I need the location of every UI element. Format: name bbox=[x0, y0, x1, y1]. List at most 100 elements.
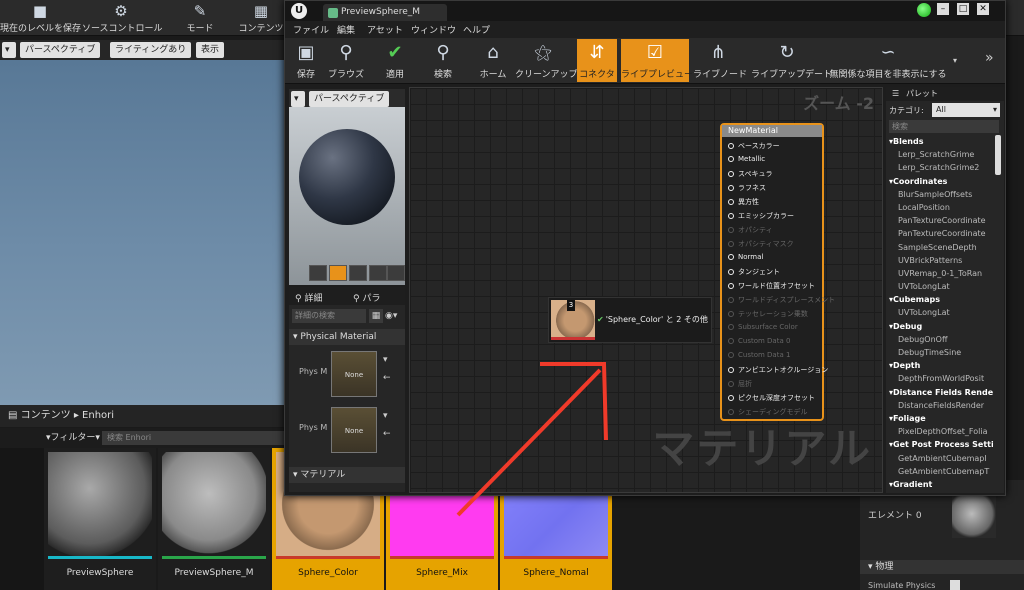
lighting-button[interactable]: ライティングあり bbox=[110, 42, 192, 58]
material-section[interactable]: ▾ マテリアル bbox=[289, 467, 405, 483]
content-search-input[interactable]: 検索 Enhori bbox=[102, 431, 288, 445]
palette-item[interactable]: UVToLongLat bbox=[889, 306, 993, 319]
palette-category[interactable]: ▾Foliage bbox=[889, 412, 993, 425]
preview-perspective-button[interactable]: パースペクティブ bbox=[309, 91, 390, 107]
palette-category[interactable]: ▾Blends bbox=[889, 135, 993, 148]
pin-connector-icon[interactable] bbox=[728, 254, 734, 260]
details-search-input[interactable]: 詳細の検索 bbox=[292, 309, 366, 323]
pin-connector-icon[interactable] bbox=[728, 338, 734, 344]
menu-file[interactable]: ファイル bbox=[293, 23, 329, 36]
content-button[interactable]: ▦ コンテンツ bbox=[238, 0, 284, 36]
close-button[interactable]: ✕ bbox=[977, 3, 989, 15]
search-button[interactable]: ⚲ 検索 bbox=[425, 39, 461, 82]
pin-connector-icon[interactable] bbox=[728, 156, 734, 162]
home-button[interactable]: ⌂ ホーム bbox=[473, 39, 513, 82]
source-control-button[interactable]: ⚙ ソースコントロール bbox=[82, 0, 163, 36]
palette-category[interactable]: ▾Gradient bbox=[889, 478, 993, 491]
apply-button[interactable]: ✔ 適用 bbox=[377, 39, 413, 82]
node-input-pin[interactable]: タンジェント bbox=[728, 267, 780, 277]
preview-cube-button[interactable] bbox=[369, 265, 387, 281]
node-input-pin[interactable]: ピクセル深度オフセット bbox=[728, 393, 815, 403]
phys-material-dropdown-icon[interactable]: ▾ bbox=[383, 411, 388, 421]
pin-connector-icon[interactable] bbox=[728, 311, 734, 317]
pin-connector-icon[interactable] bbox=[728, 367, 734, 373]
palette-item[interactable]: Lerp_ScratchGrime2 bbox=[889, 161, 993, 174]
pin-connector-icon[interactable] bbox=[728, 283, 734, 289]
palette-category[interactable]: ▾Distance Fields Renderin bbox=[889, 386, 993, 399]
use-selected-arrow-icon[interactable]: ← bbox=[383, 429, 391, 439]
palette-item[interactable]: Lerp_ScratchGrime bbox=[889, 148, 993, 161]
node-input-pin[interactable]: テッセレーション乗数 bbox=[728, 309, 808, 319]
filter-button[interactable]: ▾フィルター▾ bbox=[46, 431, 100, 445]
preview-options-button[interactable]: ▾ bbox=[291, 91, 305, 107]
pin-connector-icon[interactable] bbox=[728, 213, 734, 219]
physics-section-header[interactable]: ▾ 物理 bbox=[860, 560, 1024, 574]
palette-category[interactable]: ▾Cubemaps bbox=[889, 293, 993, 306]
palette-item[interactable]: UVRemap_0-1_ToRan bbox=[889, 267, 993, 280]
save-button[interactable]: ▣ 保存 bbox=[289, 39, 323, 82]
palette-category[interactable]: ▾Coordinates bbox=[889, 175, 993, 188]
palette-item[interactable]: PanTextureCoordinate bbox=[889, 214, 993, 227]
node-input-pin[interactable]: エミッシブカラー bbox=[728, 211, 794, 221]
tab-material[interactable]: PreviewSphere_M bbox=[323, 4, 447, 21]
menu-help[interactable]: ヘルプ bbox=[463, 23, 490, 36]
phys-material-dropdown-icon[interactable]: ▾ bbox=[383, 355, 388, 365]
menu-asset[interactable]: アセット bbox=[367, 23, 403, 36]
toolbar-dropdown-icon[interactable]: ▾ bbox=[953, 56, 957, 65]
pin-connector-icon[interactable] bbox=[728, 171, 734, 177]
toolbar-overflow-icon[interactable]: » bbox=[985, 50, 994, 66]
pin-connector-icon[interactable] bbox=[728, 269, 734, 275]
material-graph-canvas[interactable]: ズーム -2 マテリアル NewMaterial ベースカラー Metallic ス… bbox=[409, 87, 883, 493]
palette-item[interactable]: UVBrickPatterns bbox=[889, 254, 993, 267]
pin-connector-icon[interactable] bbox=[728, 381, 734, 387]
hide-unrelated-button[interactable]: ∽ 無関係な項目を非表示にする bbox=[829, 39, 947, 82]
element-thumbnail[interactable] bbox=[952, 494, 996, 538]
preview-sphere-button[interactable] bbox=[329, 265, 347, 281]
cleanup-button[interactable]: ⚝ クリーンアップ bbox=[515, 39, 578, 82]
live-nodes-button[interactable]: ⋔ ライブノード bbox=[693, 39, 747, 82]
palette-item[interactable]: PixelDepthOffset_Folia bbox=[889, 425, 993, 438]
physical-material-section[interactable]: ▾ Physical Material bbox=[289, 329, 405, 345]
node-input-pin[interactable]: ワールド位置オフセット bbox=[728, 281, 815, 291]
pin-connector-icon[interactable] bbox=[728, 143, 734, 149]
menu-edit[interactable]: 編集 bbox=[337, 23, 355, 36]
node-input-pin[interactable]: Custom Data 1 bbox=[728, 351, 790, 359]
node-input-pin[interactable]: Metallic bbox=[728, 155, 765, 163]
asset-tile-previewsphere[interactable]: PreviewSphere bbox=[44, 448, 156, 590]
modes-button[interactable]: ✎ モード bbox=[178, 0, 222, 36]
live-update-button[interactable]: ↻ ライブアップデート bbox=[751, 39, 832, 82]
palette-item[interactable]: DistanceFieldsRender bbox=[889, 399, 993, 412]
live-preview-button[interactable]: ☑ ライブプレビュー bbox=[621, 39, 693, 82]
material-result-node[interactable]: NewMaterial ベースカラー Metallic スペキュラ ラフネス 異方性 エミ… bbox=[720, 123, 835, 421]
use-selected-arrow-icon[interactable]: ← bbox=[383, 373, 391, 383]
node-input-pin[interactable]: オパシティ bbox=[728, 225, 773, 235]
maximize-button[interactable]: □ bbox=[957, 3, 969, 15]
node-input-pin[interactable]: 異方性 bbox=[728, 197, 759, 207]
pin-connector-icon[interactable] bbox=[728, 185, 734, 191]
pin-connector-icon[interactable] bbox=[728, 352, 734, 358]
pin-connector-icon[interactable] bbox=[728, 241, 734, 247]
tab-parameters[interactable]: ⚲ パラ bbox=[353, 291, 380, 304]
show-button[interactable]: 表示 bbox=[196, 42, 225, 58]
connectors-button[interactable]: ⇵ コネクタ bbox=[577, 39, 617, 82]
browse-button[interactable]: ⚲ ブラウズ bbox=[327, 39, 365, 82]
palette-category[interactable]: ▾Depth bbox=[889, 359, 993, 372]
visibility-eye-icon[interactable]: ◉▾ bbox=[385, 309, 403, 323]
node-input-pin[interactable]: ベースカラー bbox=[728, 141, 780, 151]
node-input-pin[interactable]: ラフネス bbox=[728, 183, 766, 193]
pin-connector-icon[interactable] bbox=[728, 324, 734, 330]
palette-item[interactable]: BlurSampleOffsets bbox=[889, 188, 993, 201]
perspective-button[interactable]: パースペクティブ bbox=[20, 42, 101, 58]
viewport-options-button[interactable]: ▾ bbox=[2, 42, 16, 58]
node-input-pin[interactable]: Subsurface Color bbox=[728, 323, 798, 331]
node-input-pin[interactable]: Custom Data 0 bbox=[728, 337, 790, 345]
source-control-status-icon[interactable] bbox=[917, 3, 931, 17]
palette-item[interactable]: GetAmbientCubemapT bbox=[889, 465, 993, 478]
palette-item[interactable]: DepthFromWorldPosit bbox=[889, 372, 993, 385]
asset-tile-previewsphere-m[interactable]: PreviewSphere_M bbox=[158, 448, 270, 590]
breadcrumb-enhori[interactable]: Enhori bbox=[82, 410, 114, 421]
node-input-pin[interactable]: シェーディングモデル bbox=[728, 407, 808, 417]
grid-view-icon[interactable]: ▦ bbox=[369, 309, 383, 323]
palette-search-input[interactable]: 検索 bbox=[889, 120, 999, 133]
tab-details[interactable]: ⚲ 詳細 bbox=[295, 291, 322, 304]
